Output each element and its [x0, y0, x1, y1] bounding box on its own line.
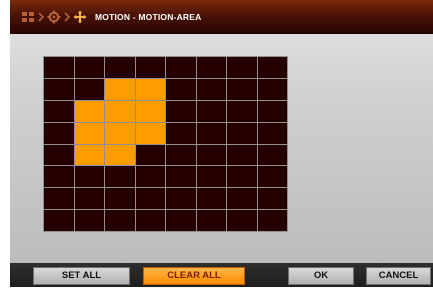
grid-cell[interactable] [227, 122, 257, 144]
clear-all-button[interactable]: CLEAR ALL [143, 267, 245, 285]
grid-cell[interactable] [44, 166, 74, 188]
chevron-right-icon [64, 12, 71, 22]
motion-area-panel: MOTION - MOTION-AREA SET ALL CLEAR ALL O… [10, 0, 433, 287]
grid-cell[interactable] [227, 166, 257, 188]
grid-cell[interactable] [196, 122, 226, 144]
grid-cell[interactable] [105, 188, 135, 210]
motion-icon [73, 10, 87, 24]
grid-cell[interactable] [227, 100, 257, 122]
grid-cell[interactable] [196, 57, 226, 78]
grid-cell[interactable] [257, 78, 287, 100]
grid-cell[interactable] [74, 166, 104, 188]
set-all-button[interactable]: SET ALL [33, 267, 130, 285]
grid-cell[interactable] [105, 100, 135, 122]
title-bar: MOTION - MOTION-AREA [10, 0, 433, 34]
grid-cell[interactable] [166, 210, 196, 231]
grid-cell[interactable] [44, 122, 74, 144]
grid-cell[interactable] [166, 78, 196, 100]
grid-cell[interactable] [166, 57, 196, 78]
grid-cell[interactable] [196, 144, 226, 166]
grid-cell[interactable] [227, 57, 257, 78]
grid-cell[interactable] [135, 188, 165, 210]
chevron-right-icon [38, 12, 45, 22]
grid-cell[interactable] [227, 78, 257, 100]
button-bar: SET ALL CLEAR ALL OK CANCEL [10, 263, 433, 287]
grid-cell[interactable] [257, 122, 287, 144]
grid-cell[interactable] [166, 100, 196, 122]
grid-cell[interactable] [196, 100, 226, 122]
grid-cell[interactable] [257, 144, 287, 166]
grid-cell[interactable] [257, 57, 287, 78]
grid-cell[interactable] [135, 78, 165, 100]
grid-cell[interactable] [105, 57, 135, 78]
grid-cell[interactable] [257, 188, 287, 210]
grid-cell[interactable] [135, 210, 165, 231]
grid-cell[interactable] [74, 122, 104, 144]
grid-cell[interactable] [196, 210, 226, 231]
grid-cell[interactable] [257, 210, 287, 231]
grid-cell[interactable] [135, 100, 165, 122]
grid-cell[interactable] [166, 166, 196, 188]
grid-cell[interactable] [135, 144, 165, 166]
grid-cell[interactable] [44, 78, 74, 100]
grid-cell[interactable] [227, 144, 257, 166]
gear-icon[interactable] [47, 10, 61, 24]
grid-cell[interactable] [74, 78, 104, 100]
grid-cell[interactable] [135, 122, 165, 144]
grid-cell[interactable] [74, 144, 104, 166]
grid-cell[interactable] [105, 122, 135, 144]
grid-cell[interactable] [257, 166, 287, 188]
grid-cell[interactable] [44, 100, 74, 122]
grid-cell[interactable] [227, 188, 257, 210]
grid-cell[interactable] [105, 166, 135, 188]
grid-cell[interactable] [135, 57, 165, 78]
ok-button[interactable]: OK [288, 267, 354, 285]
grid-cell[interactable] [196, 166, 226, 188]
grid-cell[interactable] [135, 166, 165, 188]
grid-icon[interactable] [21, 10, 35, 24]
grid-cell[interactable] [166, 122, 196, 144]
grid-cell[interactable] [166, 188, 196, 210]
grid-cell[interactable] [227, 210, 257, 231]
grid-cell[interactable] [105, 78, 135, 100]
grid-cell[interactable] [257, 100, 287, 122]
grid-cell[interactable] [44, 188, 74, 210]
grid-cell[interactable] [196, 78, 226, 100]
grid-cell[interactable] [44, 210, 74, 231]
grid-cell[interactable] [166, 144, 196, 166]
motion-area-grid[interactable] [43, 56, 288, 232]
grid-cell[interactable] [74, 100, 104, 122]
grid-cell[interactable] [196, 188, 226, 210]
grid-cell[interactable] [44, 144, 74, 166]
grid-cell[interactable] [74, 210, 104, 231]
grid-cell[interactable] [74, 57, 104, 78]
cancel-button[interactable]: CANCEL [366, 267, 431, 285]
grid-cell[interactable] [44, 57, 74, 78]
grid-cell[interactable] [74, 188, 104, 210]
breadcrumb: MOTION - MOTION-AREA [10, 0, 201, 34]
page-title: MOTION - MOTION-AREA [95, 12, 202, 22]
grid-cell[interactable] [105, 144, 135, 166]
grid-cell[interactable] [105, 210, 135, 231]
